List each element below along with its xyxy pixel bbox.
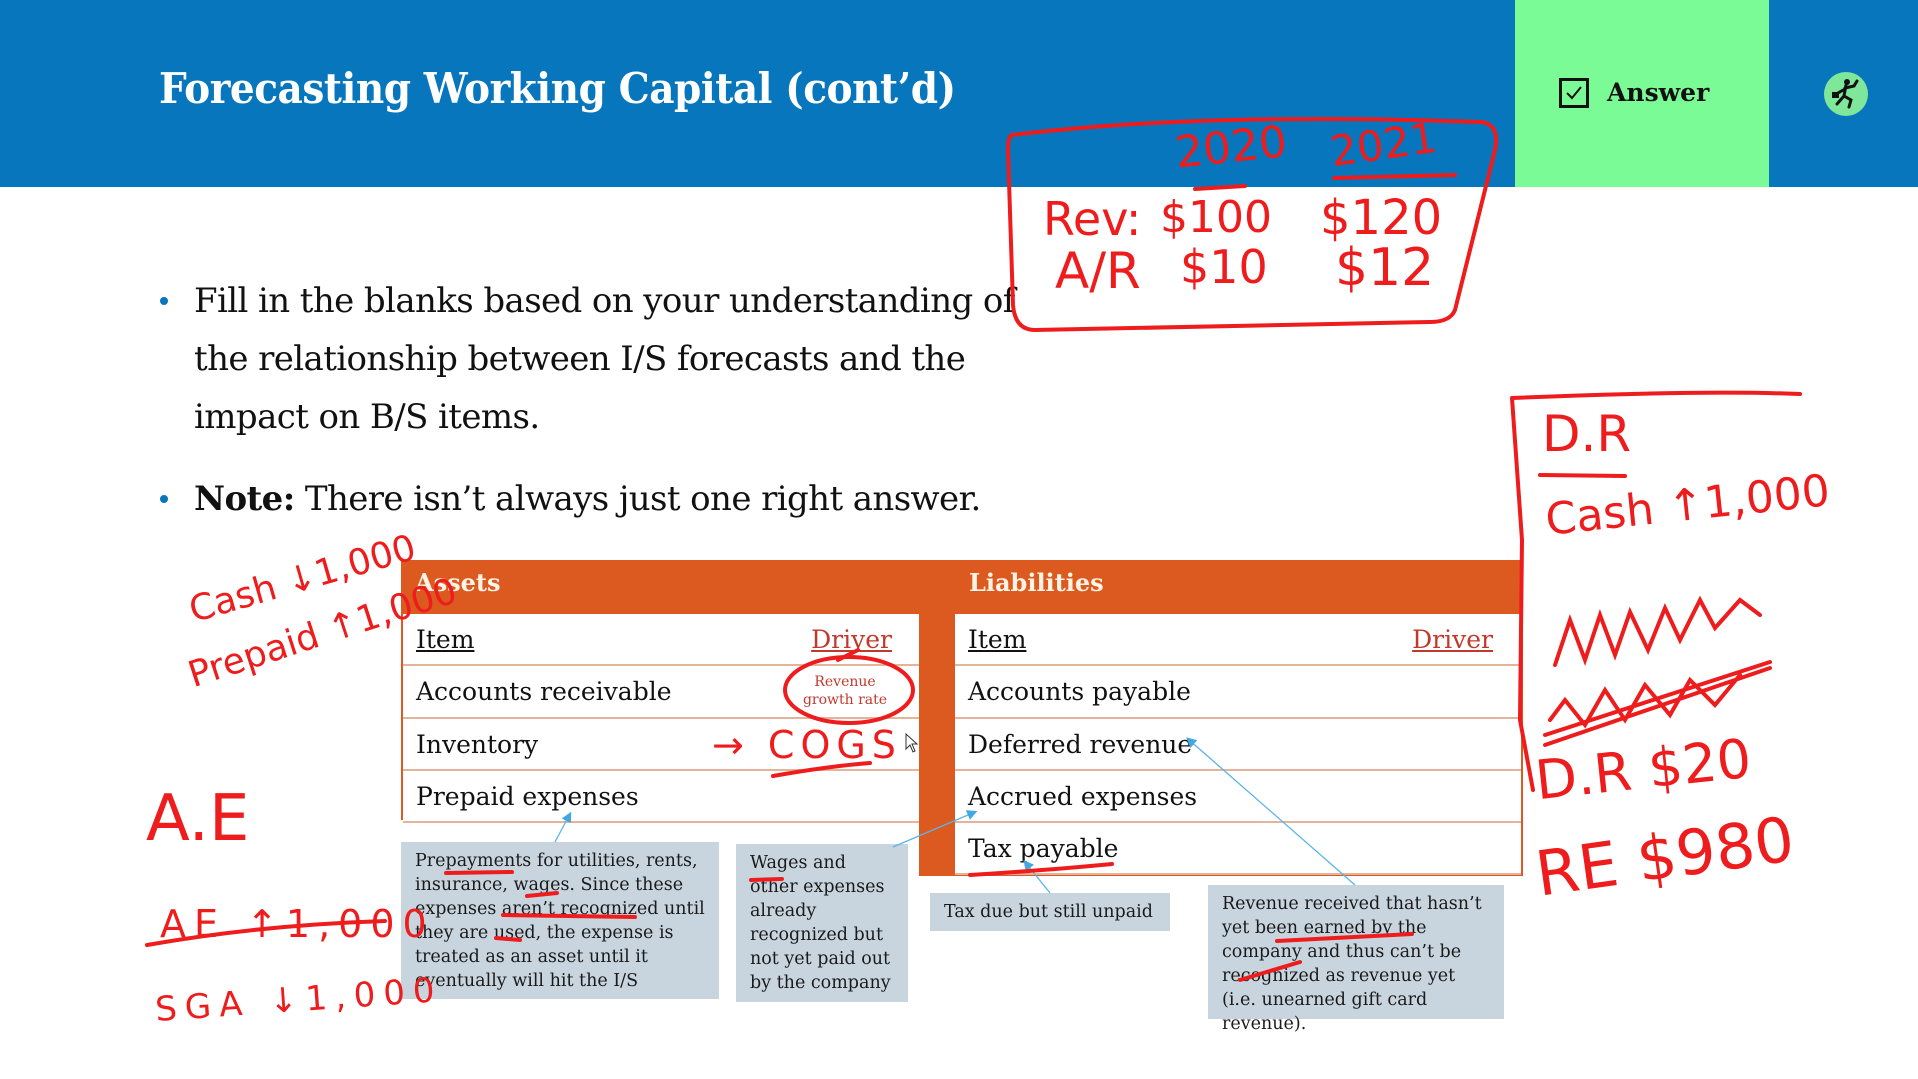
annotation-ae: A.E xyxy=(146,782,250,856)
arrow-tax xyxy=(1023,859,1051,894)
underline-2020 xyxy=(1193,184,1247,191)
driver-circle xyxy=(783,655,915,725)
annotation-dr-heading: D.R xyxy=(1542,405,1632,463)
tax-underline xyxy=(968,862,1114,877)
annotation-ar-label: A/R xyxy=(1055,242,1141,300)
annotation-ar-2020: $10 xyxy=(1180,240,1268,294)
scribble-out-1 xyxy=(1553,595,1762,667)
dr-underline xyxy=(1538,473,1627,478)
annotation-rev-label: Rev: xyxy=(1043,192,1142,246)
arrow-accrued xyxy=(892,810,978,848)
underline-2021 xyxy=(1332,173,1457,180)
arrow-prepaid xyxy=(554,811,572,843)
annotation-ae-struck: AE ↑1,000 xyxy=(160,902,435,946)
arrow-deferred xyxy=(1186,737,1356,886)
annotation-cogs: → COGS xyxy=(712,723,902,767)
connector-arrows xyxy=(554,737,1356,894)
annotation-ar-2021: $12 xyxy=(1335,238,1435,298)
mouse-cursor-icon xyxy=(905,733,919,753)
annotation-rev-2020: $100 xyxy=(1160,192,1272,243)
